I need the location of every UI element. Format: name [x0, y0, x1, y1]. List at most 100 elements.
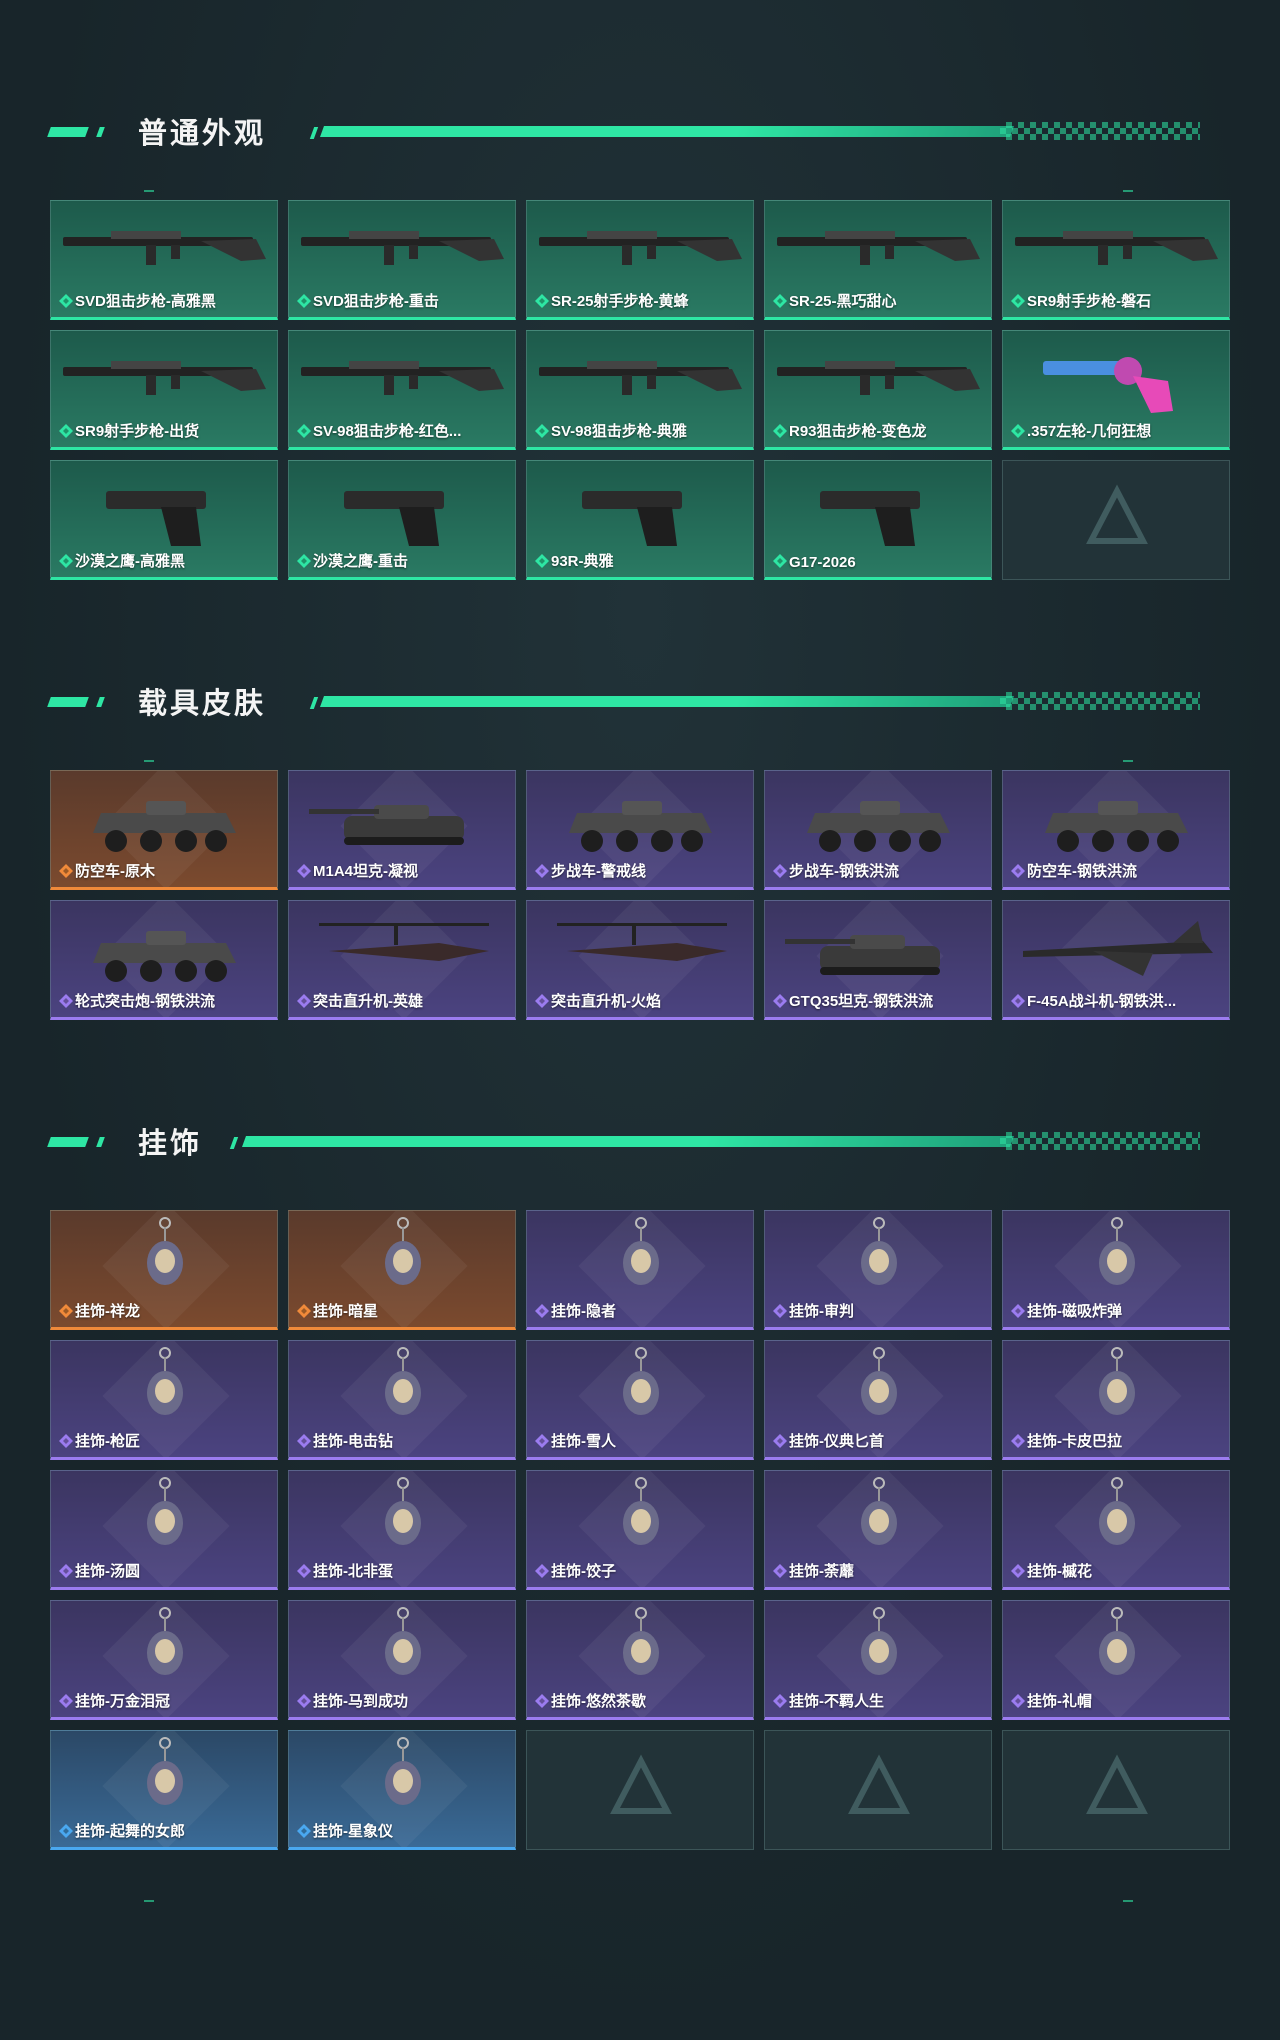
skin-card[interactable]: 挂饰-雪人	[526, 1340, 754, 1460]
skin-card-label: 挂饰-北非蛋	[313, 1563, 393, 1580]
skin-card-label: 防空车-原木	[75, 863, 155, 880]
skin-card-label: 步战车-警戒线	[551, 863, 646, 880]
skin-card[interactable]: 挂饰-万金泪冠	[50, 1600, 278, 1720]
rarity-diamond-icon	[59, 864, 73, 878]
placeholder-logo-icon	[1086, 1754, 1148, 1814]
skin-card[interactable]: 挂饰-枪匠	[50, 1340, 278, 1460]
skin-card-label: 挂饰-星象仪	[313, 1823, 393, 1840]
skin-card-label: 挂饰-暗星	[313, 1303, 378, 1320]
empty-slot	[1002, 1730, 1230, 1850]
rarity-diamond-icon	[535, 424, 549, 438]
rarity-diamond-icon	[297, 1694, 311, 1708]
skin-card[interactable]: 挂饰-隐者	[526, 1210, 754, 1330]
skin-card[interactable]: 挂饰-审判	[764, 1210, 992, 1330]
skin-card[interactable]: 挂饰-电击钻	[288, 1340, 516, 1460]
skin-card[interactable]: 挂饰-仪典匕首	[764, 1340, 992, 1460]
header-progress-bar	[319, 126, 1015, 137]
corner-tick	[144, 190, 154, 192]
skin-card[interactable]: 突击直升机-英雄	[288, 900, 516, 1020]
charm-icon	[1099, 1347, 1135, 1415]
skin-card[interactable]: SR9射手步枪-磐石	[1002, 200, 1230, 320]
skin-card[interactable]: 挂饰-卡皮巴拉	[1002, 1340, 1230, 1460]
skin-card[interactable]: SVD狙击步枪-高雅黑	[50, 200, 278, 320]
rarity-diamond-icon	[59, 294, 73, 308]
rarity-diamond-icon	[297, 554, 311, 568]
skin-card[interactable]: 突击直升机-火焰	[526, 900, 754, 1020]
rarity-diamond-icon	[1011, 1304, 1025, 1318]
charm-icon	[385, 1347, 421, 1415]
armored-vehicle-icon	[1045, 801, 1188, 852]
charm-icon	[385, 1477, 421, 1545]
rarity-diamond-icon	[297, 864, 311, 878]
skin-card[interactable]: SVD狙击步枪-重击	[288, 200, 516, 320]
skin-card-label: 挂饰-马到成功	[313, 1693, 408, 1710]
charm-icon	[147, 1347, 183, 1415]
skin-card[interactable]: GTQ35坦克-钢铁洪流	[764, 900, 992, 1020]
skin-card-label: 挂饰-槭花	[1027, 1563, 1092, 1580]
skin-card[interactable]: 挂饰-北非蛋	[288, 1470, 516, 1590]
skin-card[interactable]: 防空车-原木	[50, 770, 278, 890]
skin-card[interactable]: 沙漠之鹰-重击	[288, 460, 516, 580]
skin-card[interactable]: G17-2026	[764, 460, 992, 580]
skin-card[interactable]: 防空车-钢铁洪流	[1002, 770, 1230, 890]
skin-card[interactable]: SR9射手步枪-出货	[50, 330, 278, 450]
skin-card[interactable]: SR-25射手步枪-黄蜂	[526, 200, 754, 320]
skin-card[interactable]: R93狙击步枪-变色龙	[764, 330, 992, 450]
skin-card-label: SR-25-黑巧甜心	[789, 293, 897, 310]
skin-card[interactable]: 挂饰-饺子	[526, 1470, 754, 1590]
skin-card[interactable]: 挂饰-不羁人生	[764, 1600, 992, 1720]
charm-icon	[623, 1217, 659, 1285]
skin-card[interactable]: SV-98狙击步枪-典雅	[526, 330, 754, 450]
skin-card[interactable]: 挂饰-磁吸炸弹	[1002, 1210, 1230, 1330]
skin-card-label: 挂饰-电击钻	[313, 1433, 393, 1450]
skin-card[interactable]: SV-98狙击步枪-红色...	[288, 330, 516, 450]
skin-card[interactable]: 挂饰-马到成功	[288, 1600, 516, 1720]
skin-card[interactable]: 挂饰-暗星	[288, 1210, 516, 1330]
skin-card[interactable]: 挂饰-星象仪	[288, 1730, 516, 1850]
charm-icon	[385, 1607, 421, 1675]
rifle-icon	[63, 361, 266, 395]
rarity-diamond-icon	[1011, 1694, 1025, 1708]
pistol-icon	[820, 491, 920, 546]
section-header: 普通外观	[0, 100, 1280, 160]
skin-card[interactable]: 沙漠之鹰-高雅黑	[50, 460, 278, 580]
skin-card[interactable]: 挂饰-荼蘼	[764, 1470, 992, 1590]
skin-card-label: F-45A战斗机-钢铁洪...	[1027, 993, 1177, 1010]
skin-card[interactable]: 挂饰-汤圆	[50, 1470, 278, 1590]
skin-card[interactable]: 挂饰-起舞的女郎	[50, 1730, 278, 1850]
skin-card[interactable]: 挂饰-悠然茶歇	[526, 1600, 754, 1720]
rarity-diamond-icon	[59, 1694, 73, 1708]
rarity-diamond-icon	[535, 1304, 549, 1318]
skin-card-label: SVD狙击步枪-高雅黑	[75, 293, 216, 310]
skin-card-label: SV-98狙击步枪-典雅	[551, 423, 687, 440]
header-accent-bar	[47, 697, 89, 707]
skin-card[interactable]: M1A4坦克-凝视	[288, 770, 516, 890]
section-title: 挂饰	[138, 1128, 203, 1160]
charm-icon	[623, 1607, 659, 1675]
skin-card[interactable]: 步战车-警戒线	[526, 770, 754, 890]
skin-card-label: 突击直升机-英雄	[313, 993, 423, 1010]
skin-card[interactable]: 挂饰-礼帽	[1002, 1600, 1230, 1720]
skin-card[interactable]: .357左轮-几何狂想	[1002, 330, 1230, 450]
rarity-diamond-icon	[535, 864, 549, 878]
skin-card[interactable]: F-45A战斗机-钢铁洪...	[1002, 900, 1230, 1020]
helicopter-icon	[319, 923, 489, 961]
skin-card[interactable]: 93R-典雅	[526, 460, 754, 580]
skin-card[interactable]: 挂饰-祥龙	[50, 1210, 278, 1330]
rarity-diamond-icon	[59, 424, 73, 438]
rarity-diamond-icon	[773, 1694, 787, 1708]
skin-card-label: SR-25射手步枪-黄蜂	[551, 293, 689, 310]
skin-card[interactable]: 轮式突击炮-钢铁洪流	[50, 900, 278, 1020]
corner-tick	[144, 760, 154, 762]
skin-card-label: 轮式突击炮-钢铁洪流	[75, 993, 215, 1010]
section-title: 普通外观	[138, 118, 267, 150]
sniper-rifle-icon	[63, 231, 266, 265]
rarity-diamond-icon	[1011, 1564, 1025, 1578]
skin-card[interactable]: 挂饰-槭花	[1002, 1470, 1230, 1590]
rarity-diamond-icon	[59, 1564, 73, 1578]
header-accent-slash	[229, 1137, 239, 1149]
rarity-diamond-icon	[1011, 864, 1025, 878]
skin-card[interactable]: 步战车-钢铁洪流	[764, 770, 992, 890]
skin-card[interactable]: SR-25-黑巧甜心	[764, 200, 992, 320]
rarity-diamond-icon	[535, 294, 549, 308]
